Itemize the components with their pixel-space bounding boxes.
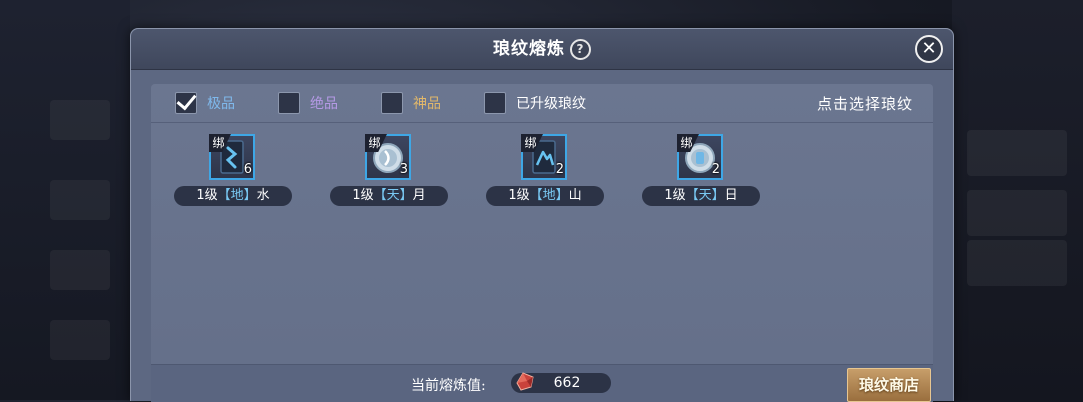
rune-panel: 极品 绝品 神品 已升级琅纹 点击选择琅纹 绑 6 1级【地】水 绑 3 1级【… — [151, 84, 933, 402]
rune-shop-button[interactable]: 琅纹商店 — [847, 368, 931, 402]
dialog-titlebar: 琅纹熔炼? ✕ — [131, 29, 953, 70]
item-element: 日 — [724, 188, 738, 203]
background-right — [952, 0, 1083, 400]
rune-item[interactable]: 绑 6 1级【地】水 — [174, 134, 292, 206]
filter-label: 已升级琅纹 — [516, 96, 586, 112]
filter-checkbox[interactable] — [381, 92, 403, 114]
gem-icon — [516, 372, 534, 391]
close-icon[interactable]: ✕ — [915, 35, 943, 63]
item-quantity: 6 — [243, 162, 252, 177]
item-tier: 【地】 — [217, 188, 257, 203]
background-icon — [50, 180, 110, 220]
filter-jipin[interactable]: 极品 — [175, 92, 255, 114]
item-element: 山 — [568, 188, 582, 203]
smelting-value: 662 — [553, 375, 581, 391]
filter-label: 极品 — [207, 96, 235, 112]
rune-item[interactable]: 绑 2 1级【天】日 — [642, 134, 760, 206]
filter-label: 神品 — [413, 96, 441, 112]
filter-upgraded-runes[interactable]: 已升级琅纹 — [484, 92, 604, 114]
item-level: 1级 — [508, 188, 530, 203]
item-quantity: 3 — [399, 162, 408, 177]
item-level: 1级 — [664, 188, 686, 203]
background-button — [967, 130, 1067, 176]
help-icon[interactable]: ? — [570, 38, 591, 60]
item-level: 1级 — [196, 188, 218, 203]
item-quantity: 2 — [711, 162, 720, 177]
item-name: 1级【天】日 — [642, 186, 760, 206]
background-icon — [50, 250, 110, 290]
select-hint: 点击选择琅纹 — [816, 95, 913, 113]
rune-item[interactable]: 绑 3 1级【天】月 — [330, 134, 448, 206]
item-quantity: 2 — [555, 162, 564, 177]
rune-slot[interactable]: 绑 3 — [365, 134, 411, 180]
dialog-title: 琅纹熔炼? — [131, 29, 953, 69]
item-element: 水 — [256, 188, 270, 203]
filter-checkbox[interactable] — [278, 92, 300, 114]
item-tier: 【地】 — [529, 188, 569, 203]
item-element: 月 — [412, 188, 426, 203]
rune-smelting-dialog: 琅纹熔炼? ✕ 极品 绝品 神品 已升级琅纹 点击选择琅纹 绑 6 1级【地】水… — [130, 28, 954, 402]
item-level: 1级 — [352, 188, 374, 203]
background-button — [967, 190, 1067, 236]
item-name: 1级【天】月 — [330, 186, 448, 206]
filter-juepin[interactable]: 绝品 — [278, 92, 358, 114]
footer-bar: 当前熔炼值: 662 琅纹商店 — [151, 364, 933, 402]
background-icon — [50, 100, 110, 140]
background-button — [967, 240, 1067, 286]
rune-slot[interactable]: 绑 6 — [209, 134, 255, 180]
item-name: 1级【地】山 — [486, 186, 604, 206]
filter-checkbox[interactable] — [175, 92, 197, 114]
background-icon — [50, 320, 110, 360]
rune-slot[interactable]: 绑 2 — [521, 134, 567, 180]
item-name: 1级【地】水 — [174, 186, 292, 206]
background-left — [0, 0, 130, 400]
filter-checkbox[interactable] — [484, 92, 506, 114]
item-tier: 【天】 — [373, 188, 413, 203]
dialog-title-text: 琅纹熔炼 — [493, 39, 565, 59]
rune-item[interactable]: 绑 2 1级【地】山 — [486, 134, 604, 206]
rune-slot[interactable]: 绑 2 — [677, 134, 723, 180]
smelting-value-label: 当前熔炼值: — [411, 378, 486, 394]
item-tier: 【天】 — [685, 188, 725, 203]
filter-label: 绝品 — [310, 96, 338, 112]
filter-bar: 极品 绝品 神品 已升级琅纹 点击选择琅纹 — [151, 84, 933, 123]
filter-shenpin[interactable]: 神品 — [381, 92, 461, 114]
